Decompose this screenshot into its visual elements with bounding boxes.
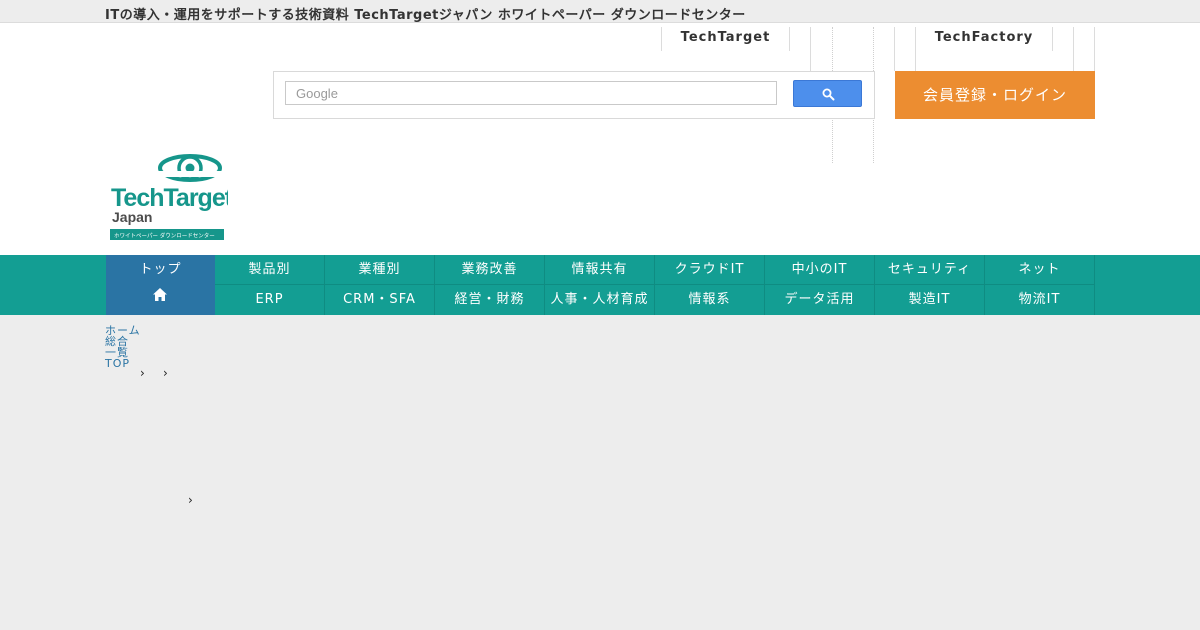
search-button[interactable]	[793, 80, 862, 107]
nav-item[interactable]: 業務改善	[435, 255, 545, 285]
nav-item[interactable]: 人事・人材育成	[545, 285, 655, 315]
nav-item[interactable]: セキュリティ	[875, 255, 985, 285]
chevron-right-icon: ›	[163, 366, 168, 380]
nav-item[interactable]: 製造IT	[875, 285, 985, 315]
nav-item[interactable]: ネット	[985, 255, 1095, 285]
techfactory-link[interactable]: TechFactory	[916, 23, 1052, 51]
logo-wordmark: TechTarget	[111, 184, 228, 212]
nav-item[interactable]: 製品別	[215, 255, 325, 285]
divider	[1073, 27, 1074, 71]
nav-item[interactable]: 経営・財務	[435, 285, 545, 315]
nav-item[interactable]: ERP	[215, 285, 325, 315]
breadcrumb-link[interactable]: TOP	[105, 358, 145, 369]
nav-home-label: トップ	[139, 262, 182, 277]
techtarget-japan-logo[interactable]: TechTarget Japan ホワイトペーパー ダウンロードセンター	[108, 149, 235, 241]
nav-item[interactable]: 中小のIT	[765, 255, 875, 285]
search-box	[273, 71, 875, 119]
chevron-right-icon: ›	[140, 366, 145, 380]
header: TechTarget TechFactory 会員登録・ログイン TechTar…	[0, 23, 1200, 255]
chevron-right-icon: ›	[188, 493, 193, 507]
divider	[1052, 27, 1053, 51]
home-icon	[153, 288, 167, 301]
nav-item[interactable]: データ活用	[765, 285, 875, 315]
nav-item[interactable]: 情報系	[655, 285, 765, 315]
divider	[1094, 27, 1095, 71]
nav-item[interactable]: 物流IT	[985, 285, 1095, 315]
nav-home[interactable]: トップ	[106, 255, 215, 315]
search-input[interactable]	[285, 81, 777, 105]
nav-item[interactable]: 情報共有	[545, 255, 655, 285]
main-nav: トップ 製品別 業種別 業務改善 情報共有 クラウドIT 中小のIT セキュリテ…	[0, 255, 1200, 315]
divider	[789, 27, 790, 51]
logo-japan: Japan	[112, 209, 152, 225]
techtarget-link[interactable]: TechTarget	[662, 23, 789, 51]
logo-tagline: ホワイトペーパー ダウンロードセンター	[114, 232, 215, 240]
nav-item[interactable]: 業種別	[325, 255, 435, 285]
breadcrumb: ホーム 総合 一覧 TOP	[105, 325, 145, 369]
search-icon	[822, 88, 835, 101]
top-strip: ITの導入・運用をサポートする技術資料 TechTargetジャパン ホワイトペ…	[0, 0, 1200, 23]
divider	[894, 27, 895, 71]
nav-item[interactable]: クラウドIT	[655, 255, 765, 285]
login-register-button[interactable]: 会員登録・ログイン	[895, 71, 1095, 119]
site-tagline: ITの導入・運用をサポートする技術資料 TechTargetジャパン ホワイトペ…	[105, 8, 746, 23]
divider	[810, 27, 811, 71]
nav-item[interactable]: CRM・SFA	[325, 285, 435, 315]
